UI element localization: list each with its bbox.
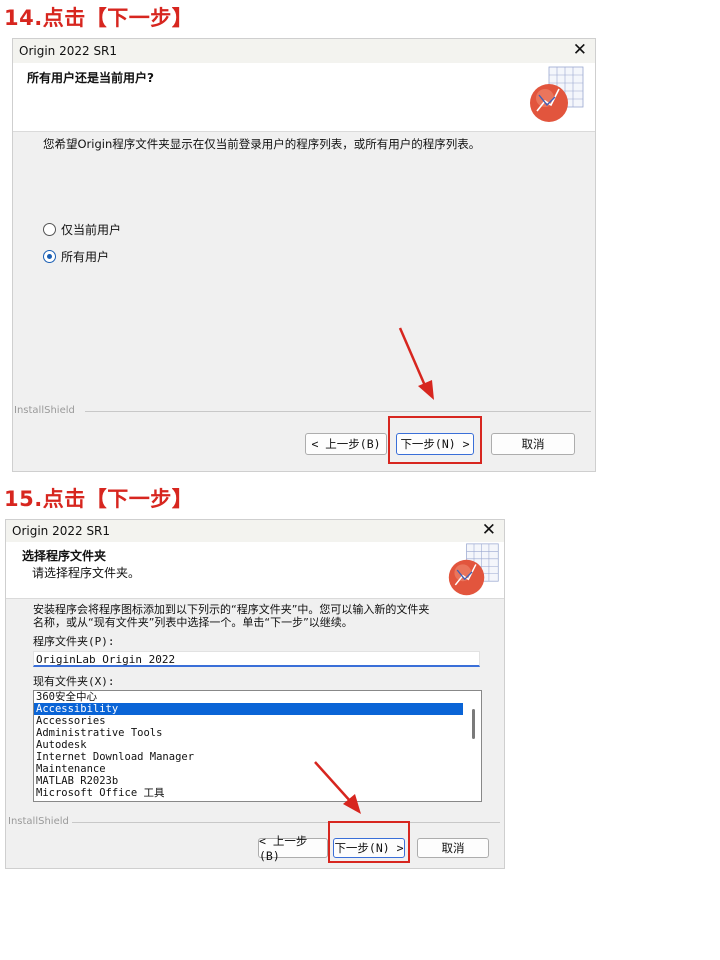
radio-current-user[interactable]: 仅当前用户 [43, 221, 121, 238]
next-button-highlight [328, 821, 410, 863]
installshield-label: InstallShield [8, 816, 69, 827]
list-item[interactable]: Administrative Tools [34, 727, 481, 739]
origin-logo-icon [448, 543, 499, 596]
description-line: 安装程序会将程序图标添加到以下列示的“程序文件夹”中。您可以输入新的文件夹 [33, 603, 430, 616]
radio-all-users[interactable]: 所有用户 [43, 248, 109, 265]
program-folder-label: 程序文件夹(P): [33, 635, 115, 648]
next-button-highlight [388, 416, 482, 464]
close-icon[interactable]: ✕ [482, 520, 496, 540]
radio-label: 仅当前用户 [61, 223, 122, 237]
origin-logo-icon [530, 66, 584, 122]
red-arrow-icon [314, 761, 361, 814]
step14-dialog: Origin 2022 SR1 ✕ 所有用户还是当前用户? 您希望Origin程… [12, 38, 596, 472]
list-item-selected[interactable]: Accessibility [34, 703, 463, 715]
title-bar: Origin 2022 SR1 ✕ [6, 520, 504, 542]
installshield-label: InstallShield [14, 405, 75, 416]
description: 您希望Origin程序文件夹显示在仅当前登录用户的程序列表，或所有用户的程序列表… [43, 137, 481, 151]
dialog-header: 选择程序文件夹 请选择程序文件夹。 [6, 542, 504, 599]
radio-label: 所有用户 [61, 250, 110, 264]
header-subtitle: 请选择程序文件夹。 [32, 566, 141, 580]
back-button[interactable]: < 上一步(B) [258, 834, 328, 863]
window-title: Origin 2022 SR1 [12, 524, 111, 538]
divider [85, 411, 591, 412]
step15-dialog: Origin 2022 SR1 ✕ 选择程序文件夹 请选择程序文件夹。 安装程序… [5, 519, 505, 869]
list-item[interactable]: Accessories [34, 715, 481, 727]
radio-button[interactable] [43, 223, 56, 236]
cancel-button[interactable]: 取消 [417, 838, 489, 858]
header-title: 选择程序文件夹 [22, 549, 107, 563]
radio-button-selected[interactable] [43, 250, 56, 263]
existing-folders-list[interactable]: 360安全中心 Accessibility Accessories Admini… [33, 690, 482, 802]
list-item[interactable]: 360安全中心 [34, 691, 481, 703]
scrollbar-thumb[interactable] [472, 709, 475, 739]
list-item[interactable]: Maintenance [34, 763, 481, 775]
title-bar: Origin 2022 SR1 ✕ [13, 39, 595, 63]
description-line: 名称，或从“现有文件夹”列表中选择一个。单击“下一步”以继续。 [33, 616, 353, 629]
divider [72, 822, 500, 823]
list-item[interactable]: Microsoft Office 工具 [34, 787, 481, 799]
step14-heading: 14.点击【下一步】 [4, 6, 194, 30]
cancel-button[interactable]: 取消 [491, 433, 575, 455]
list-item[interactable]: Internet Download Manager [34, 751, 481, 763]
description: 安装程序会将程序图标添加到以下列示的“程序文件夹”中。您可以输入新的文件夹 名称… [33, 603, 429, 629]
list-item[interactable]: Autodesk [34, 739, 481, 751]
list-item[interactable]: MATLAB R2023b [34, 775, 481, 787]
close-icon[interactable]: ✕ [573, 40, 587, 60]
back-button[interactable]: < 上一步(B) [305, 433, 387, 455]
header-title: 所有用户还是当前用户? [27, 71, 154, 85]
dialog-header: 所有用户还是当前用户? [13, 63, 595, 132]
step15-heading: 15.点击【下一步】 [4, 487, 194, 511]
program-folder-input[interactable]: OriginLab Origin 2022 [33, 651, 480, 667]
existing-folders-label: 现有文件夹(X): [33, 675, 115, 688]
red-arrow-icon [398, 327, 434, 400]
window-title: Origin 2022 SR1 [19, 44, 118, 58]
